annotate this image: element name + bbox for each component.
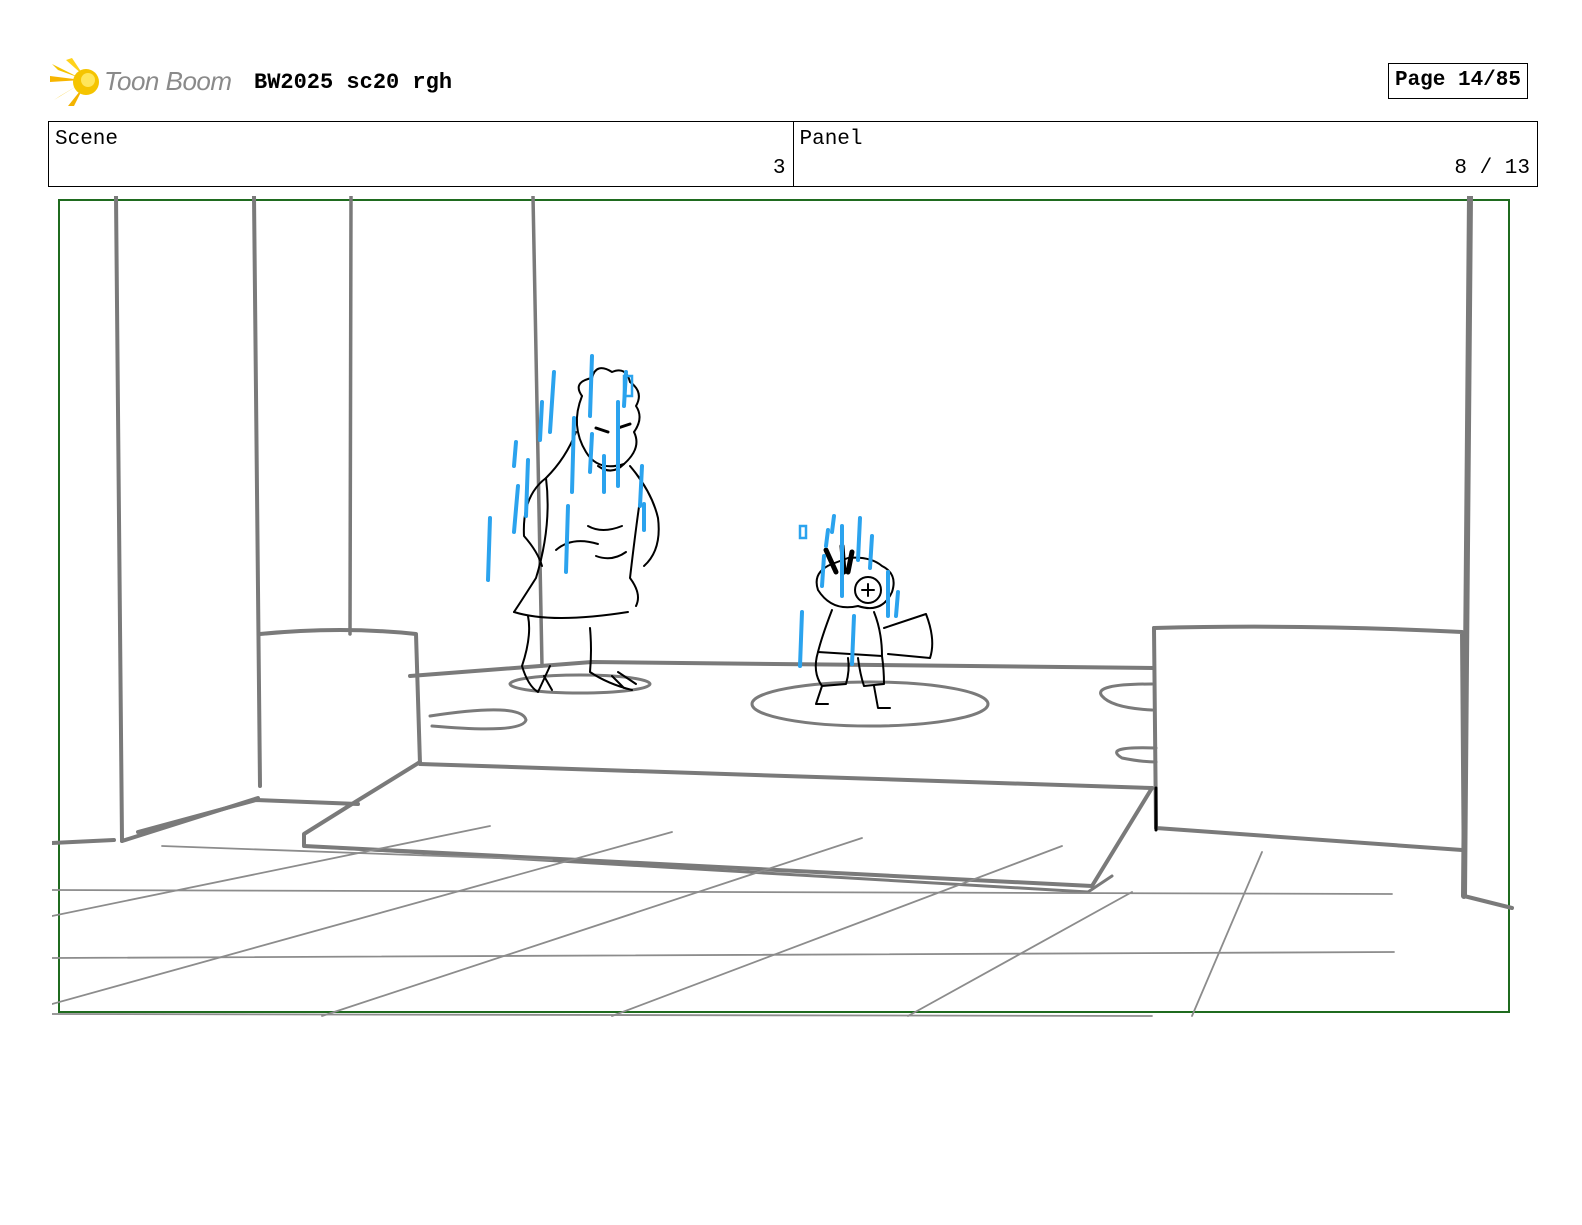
document-title: BW2025 sc20 rgh <box>254 70 453 95</box>
blue-effect-strokes <box>486 354 900 668</box>
starburst-icon <box>50 58 99 106</box>
scene-panel-info: Scene 3 Panel 8 / 13 <box>48 121 1538 187</box>
background-sketch <box>52 196 1514 1017</box>
panel-label: Panel <box>799 128 863 151</box>
scene-number: 3 <box>772 157 786 180</box>
panel-number: 8 / 13 <box>1454 157 1530 180</box>
panel-drawing <box>52 196 1514 1017</box>
storyboard-panel <box>52 196 1532 1026</box>
page-header: Toon Boom BW2025 sc20 rgh Page 14/85 <box>50 56 1540 108</box>
page-indicator: Page 14/85 <box>1387 63 1528 99</box>
panel-cell: Panel 8 / 13 <box>792 122 1538 186</box>
scene-cell: Scene 3 <box>49 122 793 186</box>
brand-name: Toon Boom <box>104 66 232 96</box>
toon-boom-logo: Toon Boom <box>50 56 240 108</box>
scene-label: Scene <box>55 128 119 151</box>
